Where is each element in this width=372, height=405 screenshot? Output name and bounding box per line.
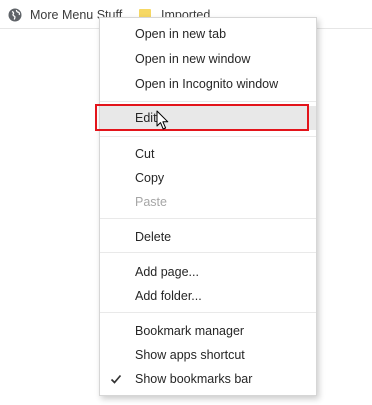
menu-separator xyxy=(100,101,316,102)
menu-item-bookmark-manager[interactable]: Bookmark manager xyxy=(100,319,316,343)
menu-separator xyxy=(100,252,316,253)
menu-item-show-bookmarks-bar[interactable]: Show bookmarks bar xyxy=(100,367,316,391)
menu-item-add-folder[interactable]: Add folder... xyxy=(100,284,316,308)
menu-item-label: Show bookmarks bar xyxy=(135,372,253,386)
menu-item-add-page[interactable]: Add page... xyxy=(100,260,316,284)
checkmark-icon xyxy=(110,374,122,384)
menu-item-cut[interactable]: Cut xyxy=(100,142,316,166)
menu-item-delete[interactable]: Delete xyxy=(100,225,316,249)
menu-item-copy[interactable]: Copy xyxy=(100,166,316,190)
menu-item-open-new-window[interactable]: Open in new window xyxy=(100,47,316,71)
menu-item-show-apps-shortcut[interactable]: Show apps shortcut xyxy=(100,343,316,367)
menu-item-edit[interactable]: Edit... xyxy=(100,106,316,130)
menu-item-open-new-tab[interactable]: Open in new tab xyxy=(100,22,316,46)
menu-item-open-incognito[interactable]: Open in Incognito window xyxy=(100,72,316,96)
menu-separator xyxy=(100,136,316,137)
mouse-cursor-icon xyxy=(156,110,169,130)
menu-item-paste: Paste xyxy=(135,195,167,209)
menu-separator xyxy=(100,312,316,313)
bookmark-context-menu: Open in new tab Open in new window Open … xyxy=(99,17,317,396)
globe-icon xyxy=(8,8,22,22)
menu-separator xyxy=(100,218,316,219)
